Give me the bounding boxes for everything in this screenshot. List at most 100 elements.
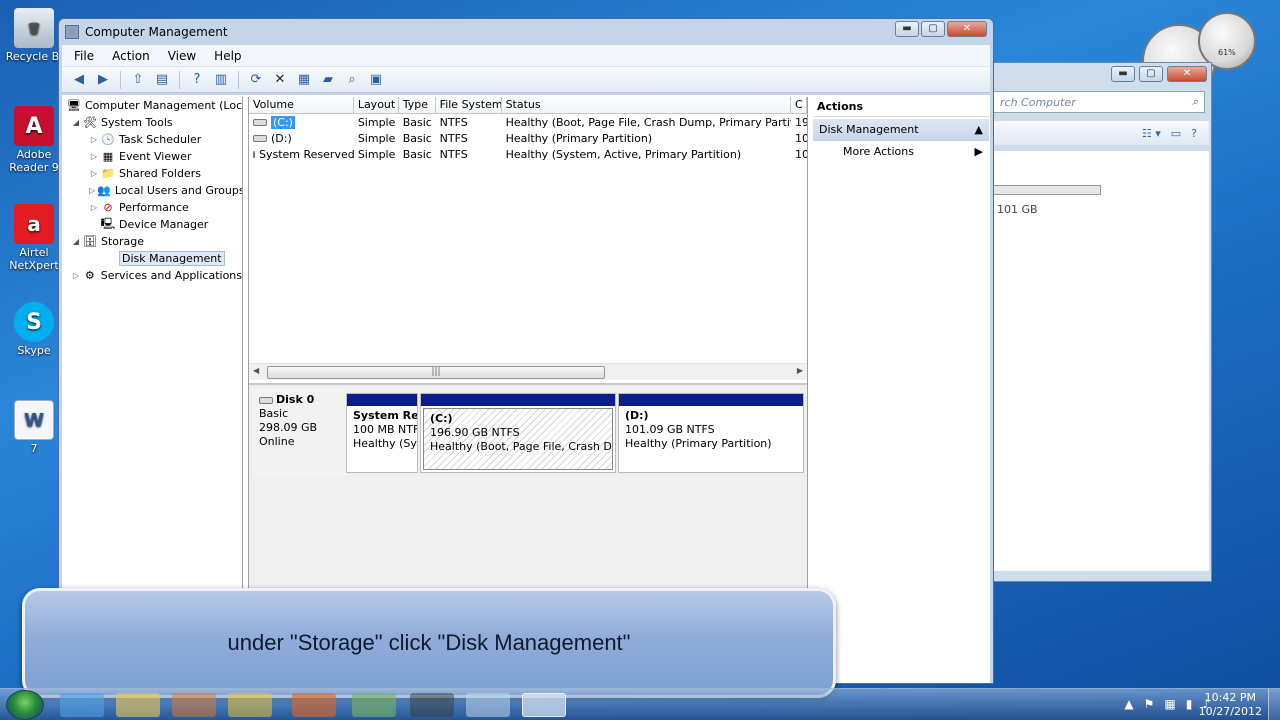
disk-state: Online xyxy=(259,435,295,448)
ie-taskbar-icon[interactable] xyxy=(60,693,104,717)
app4-taskbar-icon[interactable] xyxy=(466,693,510,717)
word-icon: W xyxy=(14,400,54,440)
expand-icon[interactable]: ▷ xyxy=(89,186,95,195)
expand-icon[interactable]: ▷ xyxy=(71,271,81,280)
help-icon[interactable]: ? xyxy=(1191,127,1197,140)
help-icon[interactable]: ? xyxy=(188,71,206,89)
computer-management-taskbar-icon[interactable] xyxy=(522,693,566,717)
expand-icon[interactable]: ▷ xyxy=(89,152,99,161)
app-taskbar-icon[interactable] xyxy=(228,693,272,717)
title-bar[interactable]: Computer Management ▬ ▢ ✕ xyxy=(59,19,993,45)
airtel-netxpert-shortcut[interactable]: a Airtel NetXpert xyxy=(4,204,64,272)
disk-icon xyxy=(259,396,273,404)
scroll-left-icon[interactable]: ◀ xyxy=(253,366,259,375)
search-icon[interactable]: ⌕ xyxy=(343,71,361,89)
minimize-button[interactable]: ▬ xyxy=(895,21,919,37)
column-layout[interactable]: Layout xyxy=(354,97,399,113)
volume-row[interactable]: System Reserved Simple Basic NTFS Health… xyxy=(249,146,807,162)
app2-taskbar-icon[interactable] xyxy=(352,693,396,717)
tree-item-root[interactable]: 🖥 Computer Management (Local xyxy=(67,97,242,114)
horizontal-scrollbar[interactable]: ◀ ||| ▶ xyxy=(249,363,807,380)
tree-item-storage[interactable]: ◢ 🗄 Storage xyxy=(67,233,242,250)
clock[interactable]: 10:42 PM 10/27/2012 xyxy=(1199,691,1262,719)
tree-item-event-viewer[interactable]: ▷ ▦ Event Viewer xyxy=(67,148,242,165)
desktop-icon-label: Skype xyxy=(17,344,51,357)
close-button[interactable]: ✕ xyxy=(947,21,987,37)
volume-row[interactable]: (D:) Simple Basic NTFS Healthy (Primary … xyxy=(249,130,807,146)
more-actions-item[interactable]: More Actions ▶ xyxy=(813,141,989,163)
back-arrow-icon[interactable]: ◀ xyxy=(70,71,88,89)
start-button[interactable] xyxy=(6,690,44,720)
export-list-icon[interactable]: ▣ xyxy=(367,71,385,89)
event-viewer-icon: ▦ xyxy=(102,150,114,163)
skype-shortcut[interactable]: S Skype xyxy=(4,302,64,357)
flag-icon[interactable]: ⚑ xyxy=(1144,697,1155,711)
show-hide-action-pane-icon[interactable]: ▥ xyxy=(212,71,230,89)
expand-icon[interactable]: ▷ xyxy=(89,203,99,212)
app3-taskbar-icon[interactable] xyxy=(410,693,454,717)
column-file-system[interactable]: File System xyxy=(436,97,502,113)
up-folder-icon[interactable]: ⇧ xyxy=(129,71,147,89)
minimize-button[interactable]: ▬ xyxy=(1111,66,1135,82)
disk-info[interactable]: Disk 0 Basic 298.09 GB Online xyxy=(253,389,347,477)
scroll-right-icon[interactable]: ▶ xyxy=(797,366,803,375)
media-taskbar-icon[interactable] xyxy=(172,693,216,717)
background-explorer-window: ▬ ▢ ✕ rch Computer ⌕ ☷ ▾ ▭ ? 101 GB xyxy=(990,62,1212,582)
collapse-icon[interactable]: ◢ xyxy=(71,237,81,246)
scroll-thumb[interactable]: ||| xyxy=(267,366,605,379)
expand-icon[interactable]: ▷ xyxy=(89,169,99,178)
forward-arrow-icon[interactable]: ▶ xyxy=(94,71,112,89)
column-capacity[interactable]: C xyxy=(791,97,808,113)
close-button[interactable]: ✕ xyxy=(1167,66,1207,82)
open-folder-icon[interactable]: ▰ xyxy=(319,71,337,89)
clock-date: 10/27/2012 xyxy=(1198,705,1262,718)
tree-item-services-applications[interactable]: ▷ ⚙ Services and Applications xyxy=(67,267,242,284)
menu-action[interactable]: Action xyxy=(112,49,150,63)
maximize-button[interactable]: ▢ xyxy=(921,21,945,37)
word-document-shortcut[interactable]: W 7 xyxy=(4,400,64,455)
volume-row[interactable]: (C:) Simple Basic NTFS Healthy (Boot, Pa… xyxy=(249,114,807,130)
firefox-taskbar-icon[interactable] xyxy=(292,693,336,717)
tree-item-device-manager[interactable]: 🖳 Device Manager xyxy=(67,216,242,233)
power-icon[interactable]: ▮ xyxy=(1186,697,1193,711)
adobe-reader-shortcut[interactable]: A Adobe Reader 9 xyxy=(4,106,64,174)
system-tray: ▲ ⚑ ▦ ▮ ♪ xyxy=(1124,697,1210,711)
drive-icon xyxy=(253,118,267,126)
disk-management-icon xyxy=(101,252,115,266)
preview-pane-icon[interactable]: ▭ xyxy=(1171,127,1181,140)
refresh-icon[interactable]: ⟳ xyxy=(247,71,265,89)
explorer-taskbar-icon[interactable] xyxy=(116,693,160,717)
delete-icon[interactable]: ✕ xyxy=(271,71,289,89)
collapse-icon[interactable]: ◢ xyxy=(71,118,81,127)
maximize-button[interactable]: ▢ xyxy=(1139,66,1163,82)
tree-item-system-tools[interactable]: ◢ 🛠 System Tools xyxy=(67,114,242,131)
view-options-icon[interactable]: ☷ ▾ xyxy=(1142,127,1161,140)
actions-section-disk-management[interactable]: Disk Management ▲ xyxy=(813,119,989,141)
search-input[interactable]: rch Computer ⌕ xyxy=(993,91,1205,113)
menu-view[interactable]: View xyxy=(168,49,196,63)
expand-icon[interactable]: ▷ xyxy=(89,135,99,144)
show-hide-tree-icon[interactable]: ▤ xyxy=(153,71,171,89)
network-icon[interactable]: ▦ xyxy=(1164,697,1175,711)
partition-system-reserved[interactable]: System Res 100 MB NTF Healthy (Sys xyxy=(346,393,418,473)
partition-c[interactable]: (C:) 196.90 GB NTFS Healthy (Boot, Page … xyxy=(420,393,616,473)
tree-item-shared-folders[interactable]: ▷ 📁 Shared Folders xyxy=(67,165,242,182)
show-desktop-button[interactable] xyxy=(1268,689,1280,720)
search-icon: ⌕ xyxy=(1191,95,1198,108)
tree-item-local-users[interactable]: ▷ 👥 Local Users and Groups xyxy=(67,182,242,199)
menu-file[interactable]: File xyxy=(74,49,94,63)
recycle-bin-icon[interactable]: 🗑 Recycle Bi xyxy=(4,8,64,63)
tree-item-task-scheduler[interactable]: ▷ 🕓 Task Scheduler xyxy=(67,131,242,148)
menu-help[interactable]: Help xyxy=(214,49,241,63)
column-volume[interactable]: Volume xyxy=(249,97,354,113)
partition-d[interactable]: (D:) 101.09 GB NTFS Healthy (Primary Par… xyxy=(618,393,804,473)
show-hidden-icons-icon[interactable]: ▲ xyxy=(1124,697,1133,711)
column-status[interactable]: Status xyxy=(502,97,792,113)
users-icon: 👥 xyxy=(97,184,111,197)
collapse-up-icon[interactable]: ▲ xyxy=(975,119,983,141)
properties-icon[interactable]: ▦ xyxy=(295,71,313,89)
tree-item-disk-management[interactable]: Disk Management xyxy=(67,250,242,267)
column-type[interactable]: Type xyxy=(399,97,436,113)
desktop-icon-label: Airtel NetXpert xyxy=(9,246,59,272)
tree-item-performance[interactable]: ▷ ⊘ Performance xyxy=(67,199,242,216)
